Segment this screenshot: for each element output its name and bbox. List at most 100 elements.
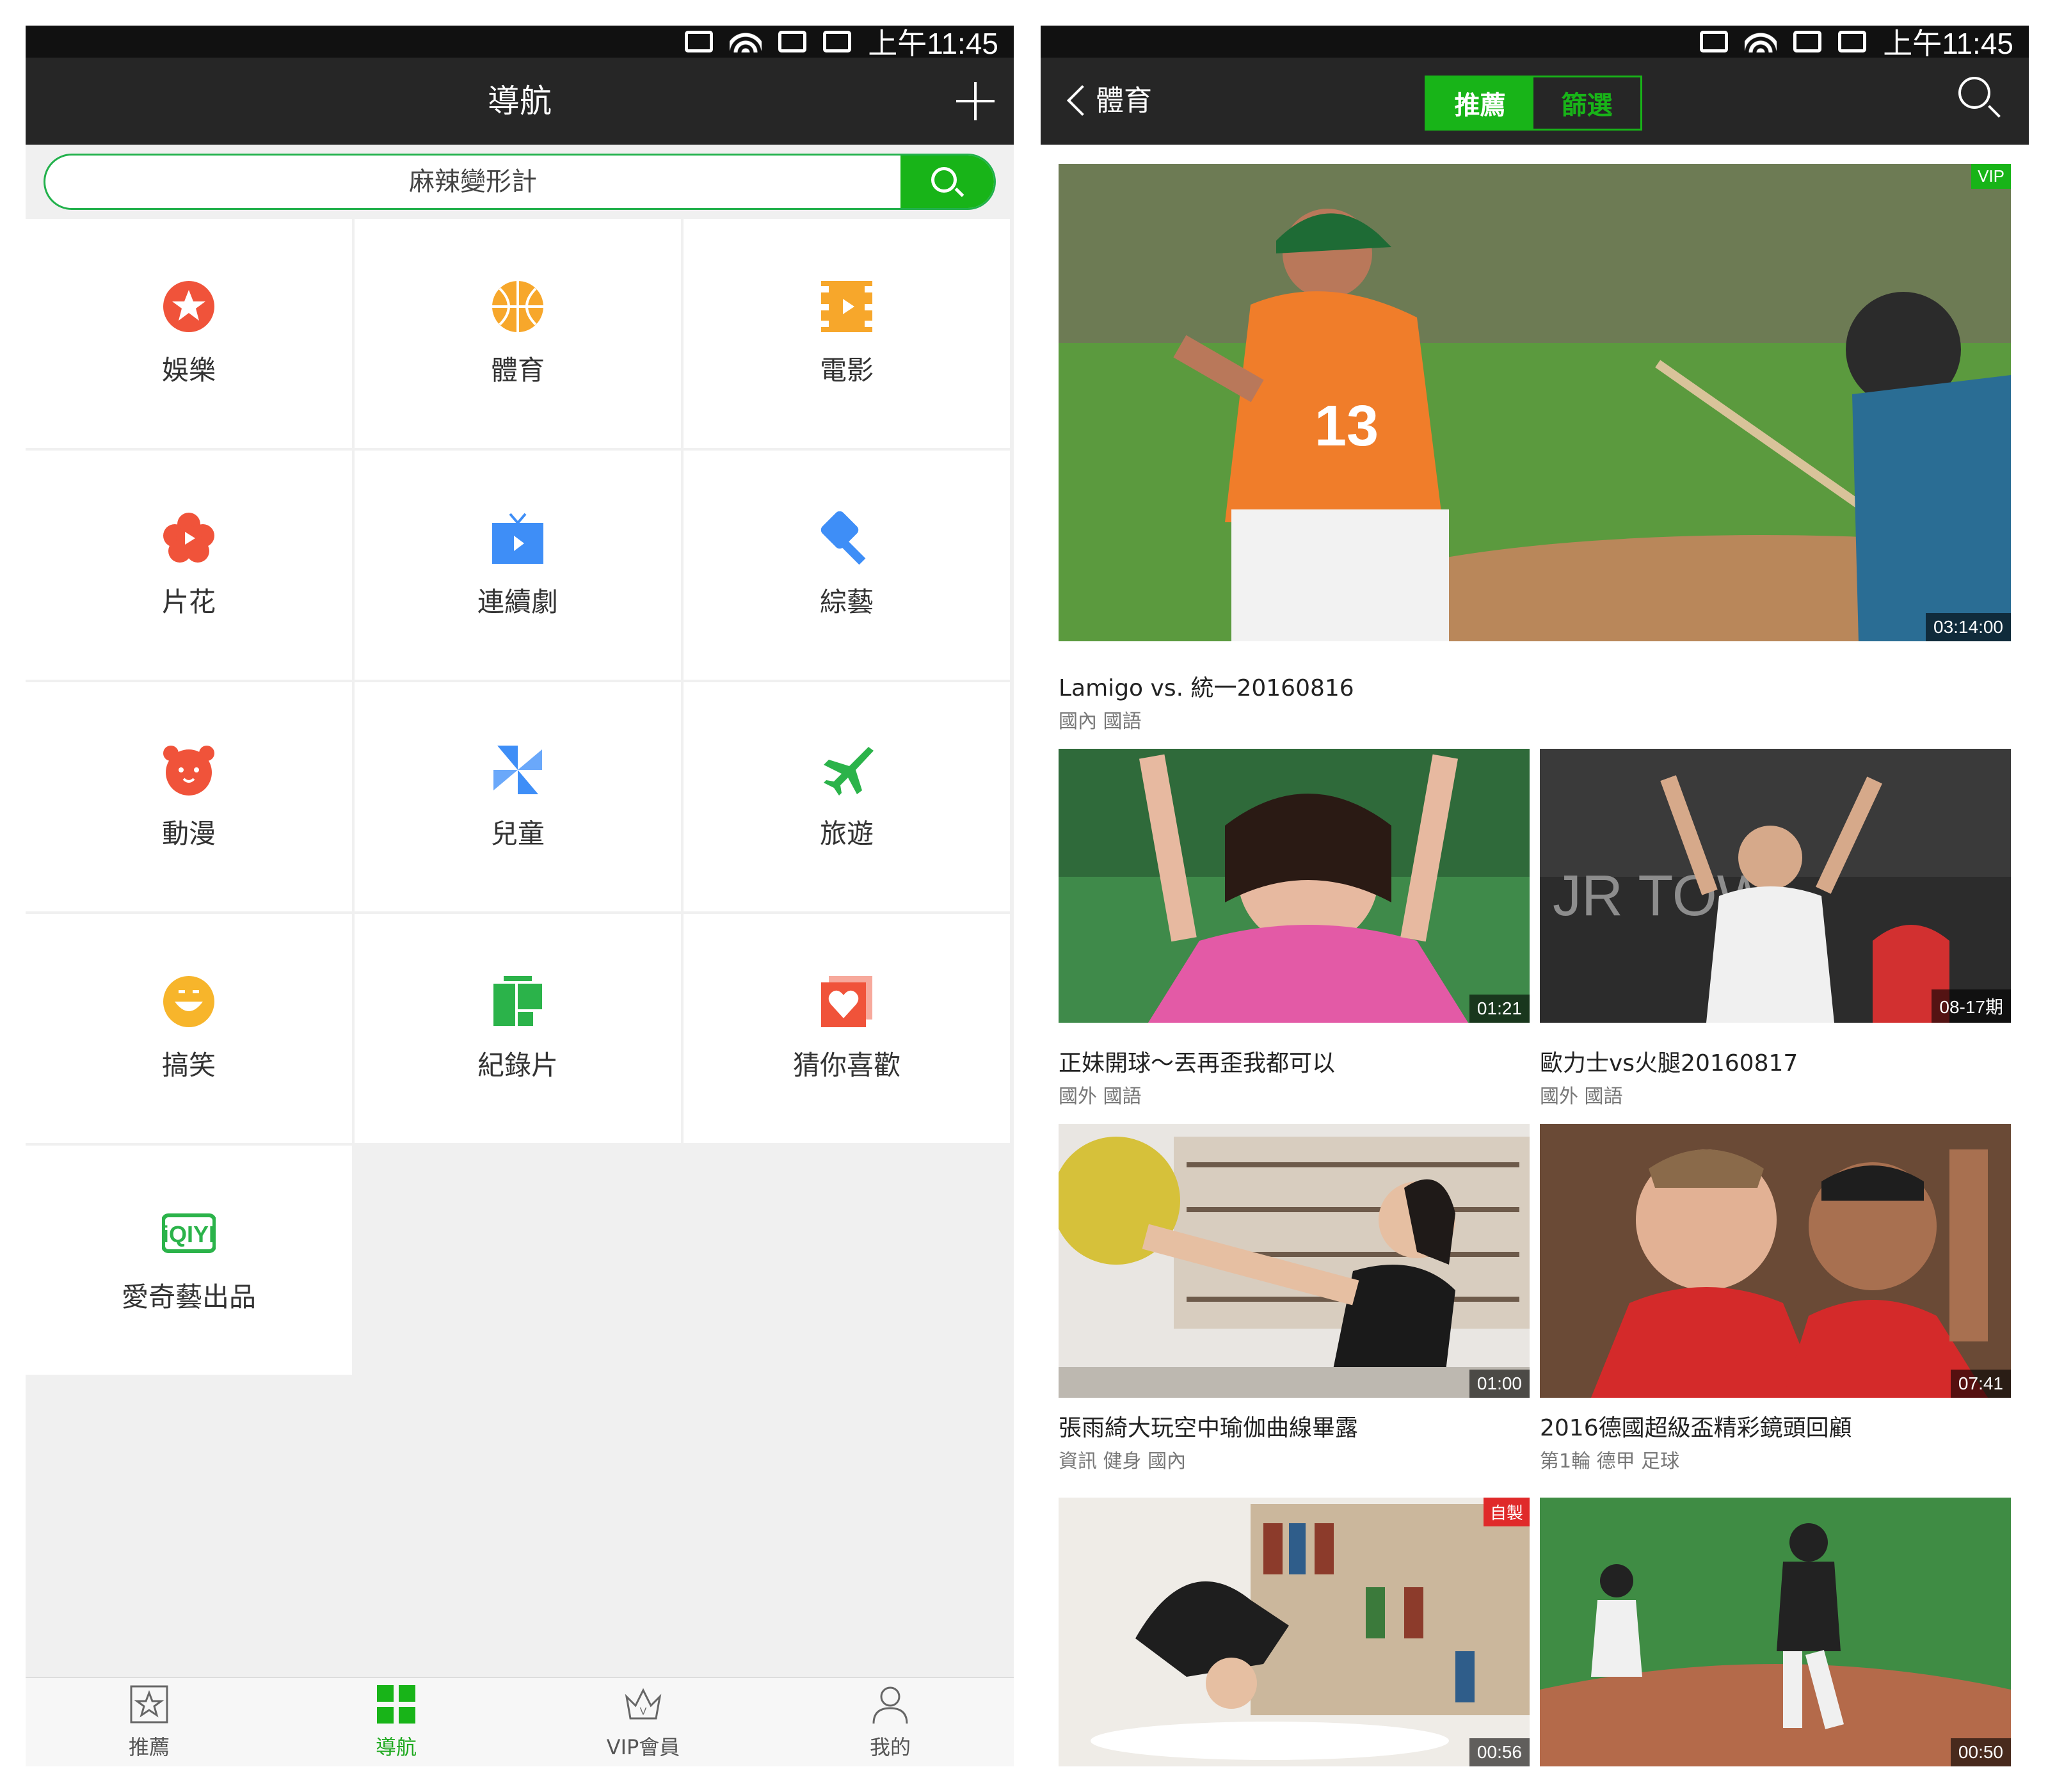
category-label: 愛奇藝出品 [121,1281,256,1313]
video-title[interactable]: 2016德國超級盃精彩鏡頭回顧 [1540,1409,1852,1443]
search-icon [931,167,957,193]
original-badge: 自製 [1483,1498,1530,1526]
crown-icon: V [625,1688,662,1720]
duration-label: 08-17期 [1932,989,2011,1023]
wifi-icon [1745,31,1777,52]
segment-filter[interactable]: 篩選 [1533,77,1640,129]
flower-play-icon [163,512,214,563]
heart-icon [821,975,872,1027]
vip-badge: VIP [1971,164,2011,189]
category-entertainment[interactable]: 娛樂 [26,219,352,448]
film-icon [821,280,872,332]
tab-label: VIP會員 [606,1735,680,1759]
video-tags: 第1輪 德甲 足球 [1540,1450,1680,1473]
tab-vip[interactable]: V VIP會員 [520,1678,767,1766]
smile-icon [163,975,214,1027]
category-grid: 娛樂 體育 電影 片花 連續劇 綜藝 動漫 兒童 旅遊 搞笑 紀錄片 猜你喜歡 … [26,219,1014,1375]
video-title[interactable]: 正妹開球～丟再歪我都可以 [1059,1044,1335,1078]
video-title[interactable]: Lamigo vs. 統一20160816 [1059,669,1354,703]
category-label: 娛樂 [161,354,216,386]
category-label: 搞笑 [161,1049,216,1081]
add-icon[interactable] [956,82,995,120]
wifi-icon [730,31,762,52]
category-label: 綜藝 [819,586,874,618]
category-label: 猜你喜歡 [792,1049,900,1081]
battery-icon [1838,31,1867,52]
category-recommended-for-you[interactable]: 猜你喜歡 [684,914,1010,1143]
category-documentary[interactable]: 紀錄片 [355,914,681,1143]
category-label: 連續劇 [477,586,558,618]
category-travel[interactable]: 旅遊 [684,682,1010,911]
category-sports[interactable]: 體育 [355,219,681,448]
duration-label: 01:21 [1469,995,1530,1023]
battery-icon [823,31,852,52]
bottom-tab-bar: 推薦 導航 V VIP會員 我的 [26,1677,1014,1766]
search-field[interactable]: 麻辣變形計 [44,154,996,210]
video-tags: 資訊 健身 國內 [1059,1450,1187,1473]
tab-me[interactable]: 我的 [767,1678,1014,1766]
category-drama[interactable]: 連續劇 [355,451,681,680]
star-square-icon [130,1685,168,1724]
tab-recommended[interactable]: 推薦 [26,1678,273,1766]
sd-card-icon [1793,31,1822,52]
category-comedy[interactable]: 搞笑 [26,914,352,1143]
microphone-icon [820,511,866,564]
pinwheel-icon [493,745,542,794]
featured-video-thumbnail[interactable]: 13 VIP 03:14:00 [1059,164,2011,641]
video-thumbnail[interactable]: JR TOW 08-17期 [1540,749,2011,1023]
tab-label: 導航 [375,1735,417,1759]
category-variety[interactable]: 綜藝 [684,451,1010,680]
category-iqiyi-originals[interactable]: iQIYI 愛奇藝出品 [26,1146,352,1375]
iqiyi-logo-icon: iQIYI [162,1213,216,1253]
status-bar: 上午11:45 [1041,26,2029,60]
video-tags: 國外 國語 [1059,1085,1142,1108]
tab-navigation[interactable]: 導航 [273,1678,520,1766]
category-anime[interactable]: 動漫 [26,682,352,911]
duration-label: 03:14:00 [1926,613,2011,641]
baseball-player-image: 13 [1059,164,2011,641]
soccer-players-image [1540,1124,2011,1398]
svg-text:V: V [640,1706,647,1717]
video-title[interactable]: 歐力士vs火腿20160817 [1540,1044,1798,1078]
airplane-icon [824,746,874,796]
duration-label: 01:00 [1469,1370,1530,1398]
category-label: 電影 [819,354,874,386]
category-label: 片花 [161,586,216,618]
video-thumbnail[interactable]: 07:41 [1540,1124,2011,1398]
status-bar: 上午11:45 [26,26,1014,60]
grid-icon [377,1685,415,1724]
video-thumbnail[interactable]: 00:50 [1540,1498,2011,1766]
duration-label: 00:56 [1469,1738,1530,1766]
category-trailers[interactable]: 片花 [26,451,352,680]
documentary-icon [493,975,542,1026]
category-label: 體育 [490,354,545,386]
category-label: 旅遊 [819,817,874,849]
tab-label: 推薦 [128,1735,170,1759]
search-input[interactable]: 麻辣變形計 [45,156,900,208]
back-arrow-icon[interactable] [1065,86,1084,115]
category-label: 動漫 [161,817,216,849]
video-thumbnail[interactable]: 自製 00:56 [1059,1498,1530,1766]
page-title: 導航 [488,83,552,120]
back-label[interactable]: 體育 [1096,58,1152,145]
search-button[interactable] [900,156,994,208]
search-area: 麻辣變形計 [26,145,1014,219]
video-thumbnail[interactable]: 01:00 [1059,1124,1530,1398]
video-title[interactable]: 張雨綺大玩空中瑜伽曲線畢露 [1059,1409,1358,1443]
category-label: 兒童 [490,817,545,849]
navigation-screen: 上午11:45 導航 麻辣變形計 娛樂 體育 電影 片花 連續劇 綜藝 動漫 兒… [26,26,1014,1766]
segment-recommended[interactable]: 推薦 [1427,77,1533,129]
svg-text:iQIYI: iQIYI [163,1221,215,1247]
baseball-play-image [1540,1498,2011,1766]
search-icon[interactable] [1958,77,2003,122]
vibrate-icon [685,31,714,52]
star-circle-icon [163,280,214,332]
baseball-celebration-image: JR TOW [1540,749,2011,1023]
video-thumbnail[interactable]: 01:21 [1059,749,1530,1023]
video-tags: 國內 國語 [1059,710,1142,733]
first-pitch-image [1059,749,1530,1023]
category-kids[interactable]: 兒童 [355,682,681,911]
category-movies[interactable]: 電影 [684,219,1010,448]
video-tags: 國外 國語 [1540,1085,1623,1108]
basketball-icon [492,280,543,332]
